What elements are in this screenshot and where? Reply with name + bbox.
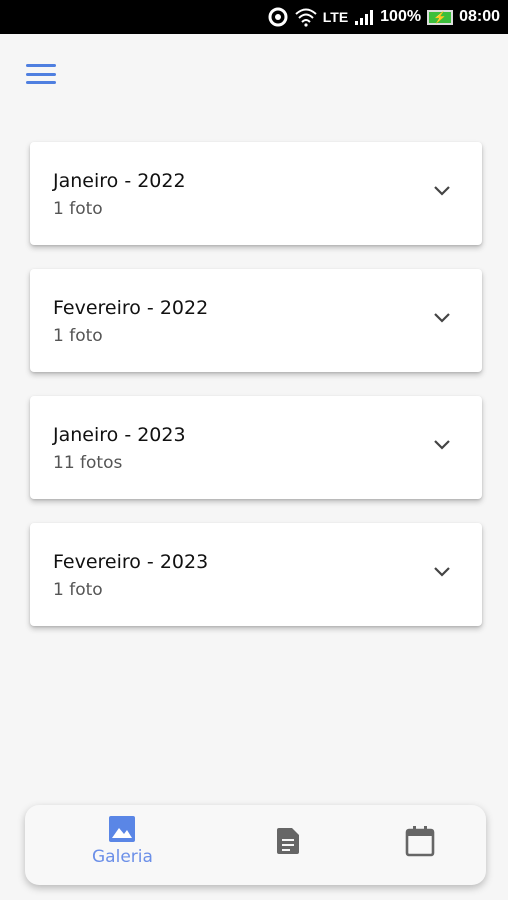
clock: 08:00: [459, 8, 500, 25]
month-title: Janeiro - 2022: [53, 170, 186, 192]
chevron-down-icon[interactable]: [432, 184, 452, 198]
menu-button[interactable]: [24, 60, 58, 88]
wifi-icon: [295, 7, 317, 27]
chevron-down-icon[interactable]: [432, 565, 452, 579]
menu-icon-bar: [26, 81, 56, 84]
month-card[interactable]: Fevereiro - 2022 1 foto: [30, 269, 482, 372]
menu-icon-bar: [26, 72, 56, 76]
chevron-down-icon[interactable]: [432, 438, 452, 452]
photo-count: 11 fotos: [53, 453, 123, 473]
image-icon: [109, 816, 136, 842]
document-icon: [277, 828, 299, 854]
calendar-icon: [405, 826, 435, 857]
nav-calendar[interactable]: [405, 825, 435, 857]
signal-icon: [354, 9, 374, 25]
nav-galeria[interactable]: Galeria: [92, 815, 153, 867]
month-list: Janeiro - 2022 1 foto Fevereiro - 2022 1…: [30, 142, 482, 650]
month-card[interactable]: Janeiro - 2022 1 foto: [30, 142, 482, 245]
nav-label: Galeria: [92, 847, 153, 867]
nav-documents[interactable]: [275, 827, 301, 855]
photo-count: 1 foto: [53, 199, 103, 219]
status-bar: LTE 100% ⚡ 08:00: [0, 0, 508, 34]
menu-icon-bar: [26, 64, 56, 67]
bottom-navigation: Galeria: [25, 805, 486, 885]
battery-icon: ⚡: [427, 9, 454, 25]
network-type: LTE: [322, 9, 349, 25]
photo-count: 1 foto: [53, 580, 103, 600]
photo-count: 1 foto: [53, 326, 103, 346]
sync-icon: [267, 6, 289, 28]
chevron-down-icon[interactable]: [432, 311, 452, 325]
battery-percent: 100%: [380, 8, 422, 25]
month-title: Janeiro - 2023: [53, 424, 186, 446]
month-card[interactable]: Janeiro - 2023 11 fotos: [30, 396, 482, 499]
month-title: Fevereiro - 2022: [53, 297, 209, 319]
month-title: Fevereiro - 2023: [53, 551, 209, 573]
month-card[interactable]: Fevereiro - 2023 1 foto: [30, 523, 482, 626]
